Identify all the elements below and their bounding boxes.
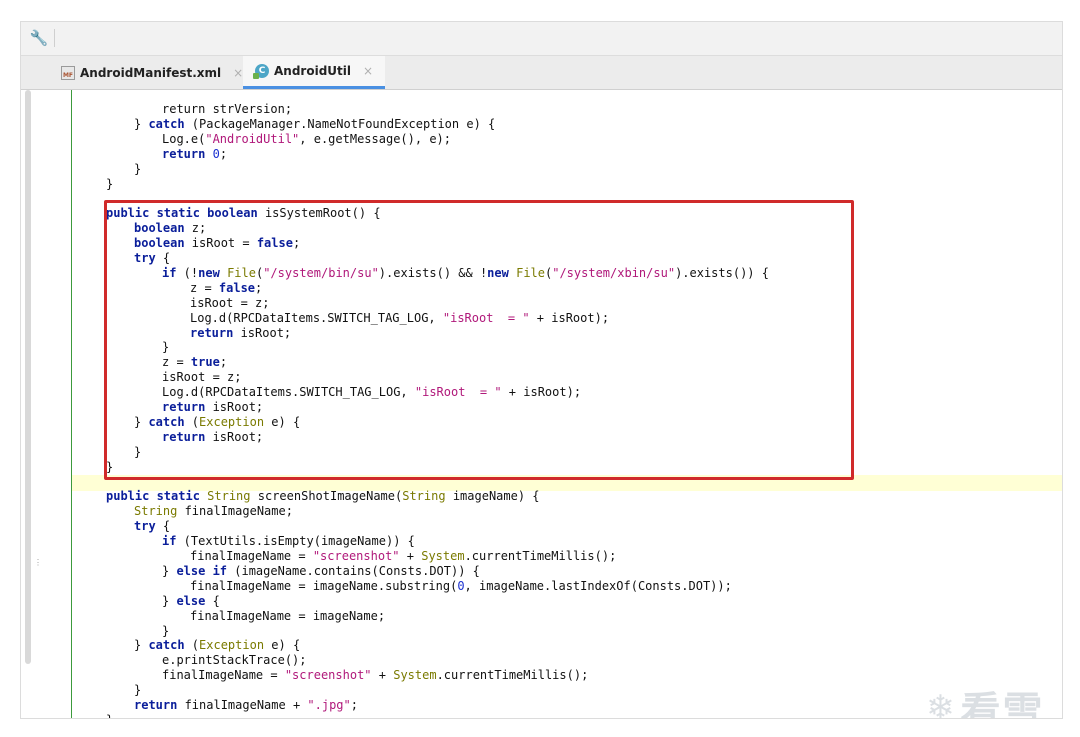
code-line: } [162, 624, 169, 639]
code-token: else if [176, 563, 228, 578]
code-token: , e.getMessage(), e); [299, 131, 451, 146]
code-token: screenShotImageName( [250, 489, 403, 504]
code-token: } [106, 713, 113, 718]
tab-label: AndroidManifest.xml [80, 65, 222, 80]
code-token: return strVersion; [162, 102, 293, 116]
code-token: String [207, 489, 251, 504]
code-token: } [134, 638, 149, 653]
code-line: } else if (imageName.contains(Consts.DOT… [162, 564, 480, 579]
code-line: return strVersion; [162, 102, 292, 117]
tab-android-util[interactable]: C AndroidUtil × [243, 56, 386, 89]
code-token: ; [219, 146, 228, 161]
code-token: e.printStackTrace(); [162, 653, 307, 668]
code-token: catch [148, 116, 185, 131]
code-token: "screenshot" [284, 668, 372, 683]
code-token: imageName) { [445, 489, 540, 504]
code-token: String [402, 489, 446, 504]
code-token: } [134, 161, 142, 176]
code-token: } [162, 593, 177, 608]
code-line: finalImageName = "screenshot" + System.c… [162, 668, 588, 683]
highlight-box [104, 200, 854, 480]
watermark: ❄ 看雪 [926, 678, 1056, 719]
code-line: finalImageName = imageName.substring(0, … [190, 579, 732, 594]
close-icon[interactable]: × [233, 66, 243, 80]
code-token: , imageName.lastIndexOf(Consts.DOT)); [464, 578, 732, 593]
code-token: } [162, 623, 170, 638]
toolbar-separator [54, 29, 55, 47]
code-token: ( [184, 638, 200, 653]
code-token: System [421, 549, 465, 563]
code-token: Exception [199, 638, 265, 653]
code-token: 0 [212, 146, 220, 161]
code-line: finalImageName = "screenshot" + System.c… [190, 549, 616, 564]
code-token: } [134, 116, 149, 131]
code-token: e) { [264, 638, 301, 653]
manifest-file-icon: MF [61, 65, 75, 80]
code-token: { [205, 593, 220, 608]
code-token: return [162, 146, 206, 161]
code-token: System [393, 668, 437, 683]
code-token: finalImageName = imageName.substring( [190, 578, 458, 593]
code-line: String finalImageName; [134, 504, 293, 519]
code-line: if (TextUtils.isEmpty(imageName)) { [162, 534, 415, 549]
code-token: return [134, 698, 178, 712]
code-token: ".jpg" [307, 698, 351, 712]
code-line: } [106, 713, 113, 718]
code-line: e.printStackTrace(); [162, 653, 307, 668]
code-line: Log.e("AndroidUtil", e.getMessage(), e); [162, 132, 451, 147]
editor-tab-bar: MF AndroidManifest.xml × C AndroidUtil × [21, 56, 1062, 90]
code-token: String [134, 504, 178, 519]
code-line: public static String screenShotImageName… [106, 489, 540, 504]
tab-android-manifest[interactable]: MF AndroidManifest.xml × [53, 56, 251, 89]
code-token: public static [106, 489, 200, 504]
code-token: } [162, 563, 177, 578]
code-token: } [106, 176, 114, 191]
code-token: finalImageName = [190, 549, 313, 563]
code-token: Log.e( [162, 131, 206, 146]
tab-label: AndroidUtil [274, 64, 351, 78]
code-token: "AndroidUtil" [205, 131, 300, 146]
code-line: finalImageName = imageName; [190, 609, 385, 624]
code-line: } [134, 162, 141, 177]
code-line: return finalImageName + ".jpg"; [134, 698, 358, 713]
wrench-icon[interactable]: 🔧 [29, 28, 49, 48]
code-line: return 0; [162, 147, 227, 162]
code-token: if [162, 534, 177, 549]
snowflake-icon: ❄ [926, 688, 955, 719]
code-token: } [134, 683, 142, 698]
toolbar: 🔧 [21, 22, 1062, 56]
code-token: .currentTimeMillis(); [436, 668, 589, 683]
code-line: } [106, 177, 113, 192]
code-token: finalImageName; [177, 504, 293, 519]
code-token: + [371, 668, 394, 683]
code-token: + [399, 549, 422, 563]
code-token: else [176, 593, 206, 608]
code-token: .currentTimeMillis(); [464, 549, 617, 563]
code-token: finalImageName = [162, 668, 285, 683]
watermark-text: 看雪 [960, 689, 1045, 719]
code-token: 0 [457, 578, 465, 593]
left-scrollbar[interactable] [25, 90, 31, 664]
code-token: finalImageName = imageName; [190, 608, 386, 623]
code-token: ; [350, 698, 358, 712]
ide-window: 🔧 MF AndroidManifest.xml × C AndroidUtil… [20, 21, 1063, 719]
code-line: } else { [162, 594, 220, 609]
code-line: } [134, 683, 141, 698]
code-token: (PackageManager.NameNotFoundException e)… [184, 116, 496, 131]
code-line: try { [134, 519, 170, 534]
code-token: (imageName.contains(Consts.DOT)) { [227, 563, 480, 578]
code-token: catch [148, 638, 185, 653]
code-token: (TextUtils.isEmpty(imageName)) { [176, 534, 415, 549]
drag-handle-icon[interactable]: ⋮ [34, 559, 42, 571]
code-token: finalImageName + [177, 698, 308, 712]
close-icon[interactable]: × [363, 64, 373, 78]
code-token: "screenshot" [312, 549, 400, 563]
code-token: { [155, 519, 171, 534]
code-line: } catch (Exception e) { [134, 638, 300, 653]
java-class-icon: C [253, 64, 269, 79]
code-token: try [134, 519, 156, 534]
code-line: } catch (PackageManager.NameNotFoundExce… [134, 117, 495, 132]
